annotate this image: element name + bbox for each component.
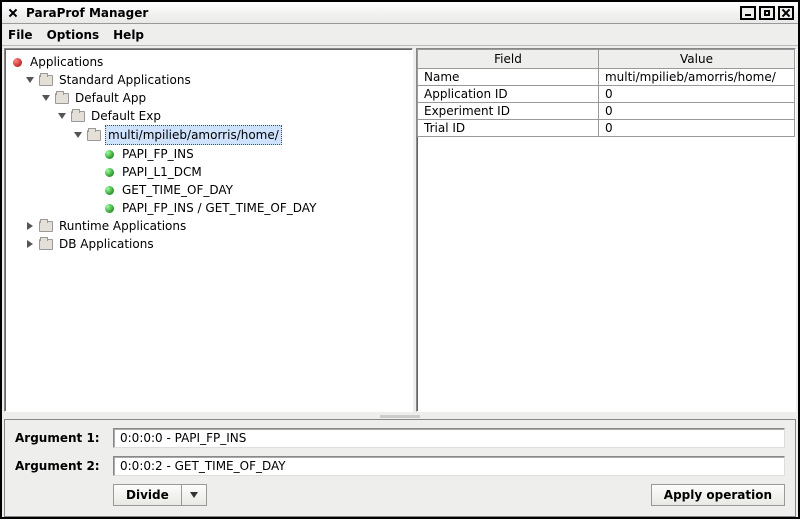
tree-root-label: Applications (28, 53, 105, 71)
tree-standard-apps[interactable]: Standard Applications (25, 71, 408, 89)
tree-db-apps[interactable]: DB Applications (25, 235, 408, 253)
table-row[interactable]: Namemulti/mpilieb/amorris/home/ (418, 69, 795, 86)
column-field[interactable]: Field (418, 50, 599, 69)
tree-item-label: Runtime Applications (57, 217, 188, 235)
cell-value: multi/mpilieb/amorris/home/ (598, 69, 794, 86)
tree-item-label: Standard Applications (57, 71, 193, 89)
tree-metric[interactable]: GET_TIME_OF_DAY (89, 181, 408, 199)
metric-dot-icon (105, 150, 114, 159)
maximize-button[interactable] (759, 6, 775, 20)
close-icon (781, 8, 791, 18)
cell-field: Trial ID (418, 120, 599, 137)
expand-handle[interactable] (25, 221, 35, 231)
tree-item-label: PAPI_FP_INS (120, 145, 196, 163)
tree-metric[interactable]: PAPI_FP_INS (89, 145, 408, 163)
window-controls (740, 6, 794, 20)
tree-trial-label: multi/mpilieb/amorris/home/ (105, 125, 282, 145)
expand-handle[interactable] (73, 130, 83, 140)
folder-icon (87, 130, 101, 141)
root-dot-icon (13, 58, 22, 67)
tree-metric[interactable]: PAPI_L1_DCM (89, 163, 408, 181)
apply-operation-button[interactable]: Apply operation (651, 484, 785, 506)
operation-select-label[interactable]: Divide (113, 484, 182, 506)
menu-help[interactable]: Help (113, 28, 144, 42)
tree-default-app[interactable]: Default App (41, 89, 408, 107)
titlebar: ParaProf Manager (2, 2, 798, 24)
tree-item-label: Default Exp (89, 107, 163, 125)
tree-default-exp[interactable]: Default Exp (57, 107, 408, 125)
system-menu-icon[interactable] (6, 6, 20, 20)
maximize-icon (764, 10, 770, 16)
argument-1-field[interactable]: 0:0:0:0 - PAPI_FP_INS (113, 428, 785, 448)
table-row[interactable]: Experiment ID0 (418, 103, 795, 120)
cell-value: 0 (598, 120, 794, 137)
cell-value: 0 (598, 86, 794, 103)
argument-2-row: Argument 2: 0:0:0:2 - GET_TIME_OF_DAY (15, 456, 785, 476)
menu-file[interactable]: File (8, 28, 33, 42)
operation-select[interactable]: Divide (113, 484, 207, 506)
tree-trial[interactable]: multi/mpilieb/amorris/home/ (73, 125, 408, 145)
cell-value: 0 (598, 103, 794, 120)
minimize-icon (745, 10, 751, 16)
menubar: File Options Help (2, 24, 798, 46)
metric-dot-icon (105, 186, 114, 195)
applications-tree: Applications Standard Applications (9, 53, 408, 253)
argument-2-label: Argument 2: (15, 459, 105, 473)
properties-table: Field Value Namemulti/mpilieb/amorris/ho… (417, 49, 795, 137)
metric-dot-icon (105, 168, 114, 177)
content-area: Applications Standard Applications (2, 46, 798, 517)
tree-item-label: PAPI_FP_INS / GET_TIME_OF_DAY (120, 199, 318, 217)
folder-icon (71, 111, 85, 122)
properties-pane[interactable]: Field Value Namemulti/mpilieb/amorris/ho… (416, 48, 796, 412)
expand-handle[interactable] (25, 239, 35, 249)
tree-pane[interactable]: Applications Standard Applications (4, 48, 413, 412)
argument-1-label: Argument 1: (15, 431, 105, 445)
cell-field: Name (418, 69, 599, 86)
operation-actions: Divide Apply operation (15, 484, 785, 506)
folder-icon (39, 221, 53, 232)
split-panes: Applications Standard Applications (4, 46, 796, 414)
app-window: ParaProf Manager File Options Help Appli… (0, 0, 800, 519)
folder-icon (39, 239, 53, 250)
column-value[interactable]: Value (598, 50, 794, 69)
argument-2-field[interactable]: 0:0:0:2 - GET_TIME_OF_DAY (113, 456, 785, 476)
expand-handle[interactable] (57, 111, 67, 121)
menu-options[interactable]: Options (47, 28, 100, 42)
operation-panel: Argument 1: 0:0:0:0 - PAPI_FP_INS Argume… (4, 419, 796, 517)
argument-1-row: Argument 1: 0:0:0:0 - PAPI_FP_INS (15, 428, 785, 448)
tree-item-label: Default App (73, 89, 148, 107)
expand-handle[interactable] (25, 75, 35, 85)
window-title: ParaProf Manager (26, 6, 740, 20)
metric-dot-icon (105, 204, 114, 213)
cell-field: Experiment ID (418, 103, 599, 120)
cell-field: Application ID (418, 86, 599, 103)
tree-item-label: PAPI_L1_DCM (120, 163, 204, 181)
folder-icon (39, 75, 53, 86)
table-row[interactable]: Application ID0 (418, 86, 795, 103)
close-button[interactable] (778, 6, 794, 20)
chevron-down-icon[interactable] (182, 484, 207, 506)
tree-root[interactable]: Applications (9, 53, 408, 71)
minimize-button[interactable] (740, 6, 756, 20)
tree-metric[interactable]: PAPI_FP_INS / GET_TIME_OF_DAY (89, 199, 408, 217)
splitter-grip-icon (380, 415, 420, 418)
expand-handle[interactable] (41, 93, 51, 103)
tree-runtime-apps[interactable]: Runtime Applications (25, 217, 408, 235)
table-row[interactable]: Trial ID0 (418, 120, 795, 137)
tree-item-label: GET_TIME_OF_DAY (120, 181, 235, 199)
tree-item-label: DB Applications (57, 235, 156, 253)
folder-icon (55, 93, 69, 104)
